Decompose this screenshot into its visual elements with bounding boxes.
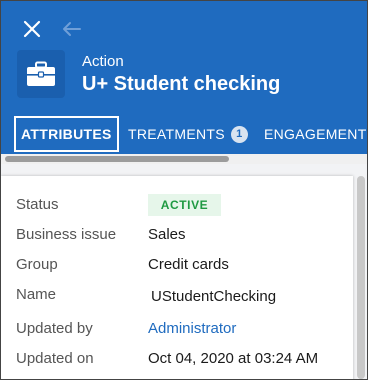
attribute-row-group: Group Credit cards [1,254,353,276]
business-issue-label: Business issue [16,226,117,243]
arrow-left-icon [63,22,81,36]
tab-engagement-label: ENGAGEMENT [264,126,367,142]
attribute-row-name: Name UStudentChecking [1,284,353,306]
updated-by-link[interactable]: Administrator [148,320,236,337]
close-icon [23,20,41,38]
attribute-row-status: Status ACTIVE [1,194,353,216]
horizontal-scrollbar[interactable] [1,154,367,164]
tab-engagement[interactable]: ENGAGEMENT [264,116,367,152]
name-value: UStudentChecking [151,288,277,305]
name-label: Name [16,286,57,303]
treatments-count-badge: 1 [230,125,248,143]
attribute-row-business-issue: Business issue Sales [1,224,353,246]
attribute-row-updated-by: Updated by Administrator [1,318,353,340]
close-button[interactable] [19,15,45,43]
updated-on-value: Oct 04, 2020 at 03:24 AM [148,350,319,367]
panel-header: Action U+ Student checking ATTRIBUTES TR… [1,1,367,161]
horizontal-scrollbar-thumb[interactable] [5,156,229,162]
vertical-scrollbar[interactable] [357,176,365,379]
tab-bar: ATTRIBUTES TREATMENTS 1 ENGAGEMENT [1,116,367,152]
tab-treatments-label: TREATMENTS [128,126,225,142]
content-area: Status ACTIVE Business issue Sales Group… [1,164,367,379]
object-type-icon [17,50,65,98]
updated-on-label: Updated on [16,350,94,367]
back-button[interactable] [59,15,85,43]
updated-by-label: Updated by [16,320,93,337]
status-label: Status [16,196,59,213]
tab-treatments[interactable]: TREATMENTS 1 [128,116,248,152]
action-panel: Action U+ Student checking ATTRIBUTES TR… [0,0,368,380]
object-type-label: Action [82,53,124,70]
attributes-card: Status ACTIVE Business issue Sales Group… [1,176,353,379]
tab-attributes-label: ATTRIBUTES [21,126,112,142]
page-title: U+ Student checking [82,73,281,95]
business-issue-value: Sales [148,226,186,243]
briefcase-icon [27,61,55,86]
attribute-row-updated-on: Updated on Oct 04, 2020 at 03:24 AM [1,348,353,370]
group-value: Credit cards [148,256,229,273]
group-label: Group [16,256,58,273]
status-badge: ACTIVE [148,194,221,216]
tab-attributes[interactable]: ATTRIBUTES [14,116,119,152]
